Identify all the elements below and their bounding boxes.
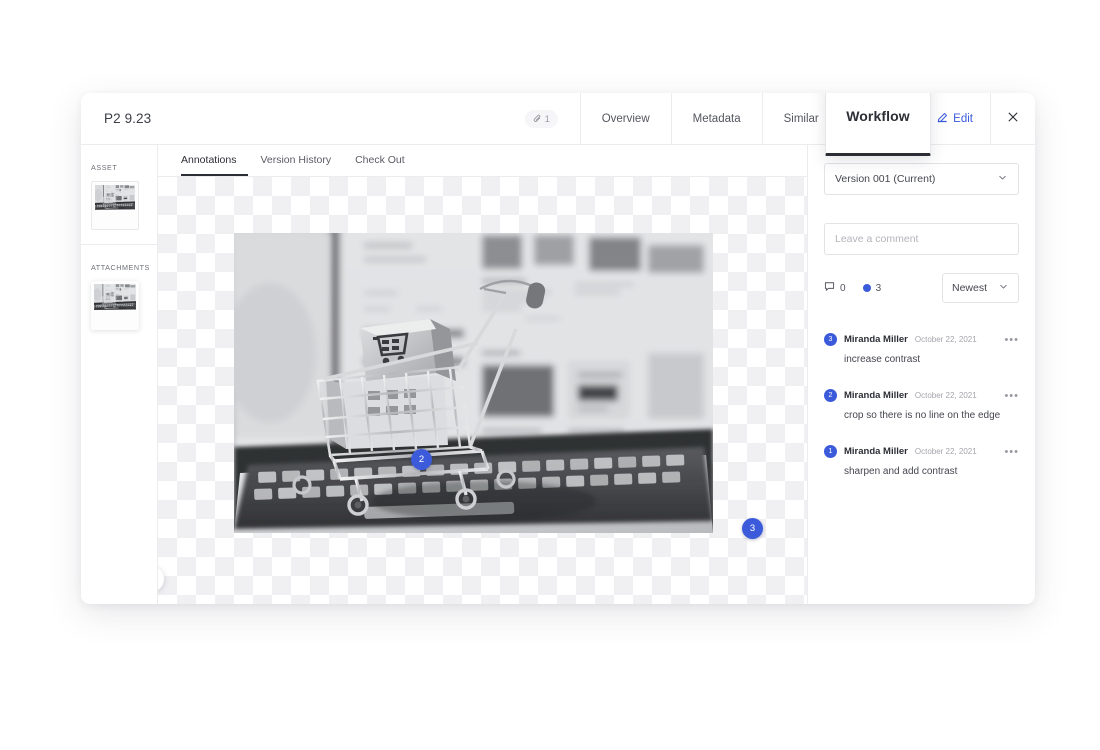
comment-badge: 2 xyxy=(824,389,837,402)
comment-date: October 22, 2021 xyxy=(914,447,977,456)
attachments-section-label: ATTACHMENTS xyxy=(91,263,150,272)
attachment-thumbnail[interactable] xyxy=(91,281,139,330)
tab-overview-label: Overview xyxy=(601,112,650,125)
header-actions: Edit xyxy=(919,93,1035,144)
annotation-count-value: 3 xyxy=(875,282,882,294)
annotation-dot-icon xyxy=(862,284,871,292)
attachment-count: 1 xyxy=(544,113,550,124)
sort-select[interactable]: Newest xyxy=(942,273,1019,303)
comment-text: crop so there is no line on the edge xyxy=(844,410,1001,421)
chevron-down-icon xyxy=(998,281,1009,295)
close-icon xyxy=(1007,110,1019,128)
annotation-canvas[interactable]: 2 3 1 xyxy=(158,177,807,604)
chevron-down-icon xyxy=(997,172,1008,186)
comment-count-value: 0 xyxy=(840,282,846,294)
attachment-badge[interactable]: 1 xyxy=(524,109,558,128)
asset-preview-image[interactable] xyxy=(234,233,713,533)
annotation-marker-3-label: 3 xyxy=(749,523,756,534)
content-tabs: Annotations Version History Check Out xyxy=(158,145,807,177)
comment-list: 3 Miranda Miller October 22, 2021 ••• in… xyxy=(824,333,1019,501)
tab-check-out-label: Check Out xyxy=(355,153,405,166)
asset-detail-modal: P2 9.23 1 Overview Metadata Similar Edit… xyxy=(81,93,1035,604)
comment-date: October 22, 2021 xyxy=(914,391,977,400)
comment-badge: 3 xyxy=(824,333,837,346)
asset-section: ASSET xyxy=(81,145,157,244)
tab-version-history[interactable]: Version History xyxy=(248,145,343,176)
center-column: Annotations Version History Check Out 2 xyxy=(158,145,807,604)
comment-badge: 1 xyxy=(824,445,837,458)
comment-text: increase contrast xyxy=(844,354,921,365)
comment-menu-button[interactable]: ••• xyxy=(1004,446,1019,457)
annotation-marker-2[interactable]: 2 xyxy=(411,449,432,470)
comment-author: Miranda Miller xyxy=(844,334,908,345)
comment-author: Miranda Miller xyxy=(844,446,908,457)
annotation-marker-2-label: 2 xyxy=(418,454,425,465)
asset-section-label: ASSET xyxy=(91,163,118,172)
comment-item[interactable]: 2 Miranda Miller October 22, 2021 ••• cr… xyxy=(824,389,1019,421)
close-button[interactable] xyxy=(990,93,1035,144)
workflow-panel-title: Workflow xyxy=(846,108,910,124)
next-asset-button[interactable] xyxy=(158,566,164,592)
comment-meta-row: 0 3 Newest xyxy=(824,273,1019,303)
modal-body: ASSET ATTACHMENTS Annotations Version Hi… xyxy=(81,145,1035,604)
tab-annotations[interactable]: Annotations xyxy=(181,145,249,176)
comment-menu-button[interactable]: ••• xyxy=(1004,334,1019,345)
comment-author: Miranda Miller xyxy=(844,390,908,401)
annotation-counter: 3 xyxy=(862,282,882,294)
page-title: P2 9.23 xyxy=(104,111,152,126)
comment-header: 3 Miranda Miller October 22, 2021 ••• xyxy=(824,333,1019,346)
comment-header: 1 Miranda Miller October 22, 2021 ••• xyxy=(824,445,1019,458)
tab-check-out[interactable]: Check Out xyxy=(343,145,417,176)
attachments-section: ATTACHMENTS xyxy=(81,244,157,344)
comment-item[interactable]: 1 Miranda Miller October 22, 2021 ••• sh… xyxy=(824,445,1019,477)
header-title-zone: P2 9.23 1 xyxy=(81,93,580,144)
paperclip-icon xyxy=(533,114,542,123)
comment-menu-button[interactable]: ••• xyxy=(1004,390,1019,401)
tab-version-history-label: Version History xyxy=(260,153,332,166)
comments-panel: Version 001 (Current) Leave a comment 0 … xyxy=(807,145,1035,604)
workflow-panel[interactable]: Workflow xyxy=(825,93,931,156)
comment-item[interactable]: 3 Miranda Miller October 22, 2021 ••• in… xyxy=(824,333,1019,365)
version-select-value: Version 001 (Current) xyxy=(835,173,936,185)
asset-thumbnail-image xyxy=(95,185,135,226)
comment-icon xyxy=(824,281,835,295)
modal-header: P2 9.23 1 Overview Metadata Similar Edit… xyxy=(81,93,1035,156)
comment-date: October 22, 2021 xyxy=(914,335,977,344)
comment-counter: 0 xyxy=(824,281,846,295)
left-rail: ASSET ATTACHMENTS xyxy=(81,145,158,604)
sort-select-value: Newest xyxy=(952,282,988,294)
comment-input-placeholder: Leave a comment xyxy=(835,233,919,245)
asset-thumbnail[interactable] xyxy=(91,181,139,230)
attachment-thumbnail-image xyxy=(94,284,136,327)
comment-input[interactable]: Leave a comment xyxy=(824,223,1019,255)
tab-overview[interactable]: Overview xyxy=(579,93,671,144)
tab-metadata[interactable]: Metadata xyxy=(670,93,762,144)
tab-metadata-label: Metadata xyxy=(692,112,741,125)
version-select[interactable]: Version 001 (Current) xyxy=(824,163,1019,195)
tab-annotations-label: Annotations xyxy=(181,153,237,166)
edit-button-label: Edit xyxy=(953,112,973,125)
comment-text: sharpen and add contrast xyxy=(844,466,958,477)
tab-similar-label: Similar xyxy=(783,112,819,125)
comment-header: 2 Miranda Miller October 22, 2021 ••• xyxy=(824,389,1019,402)
annotation-marker-3[interactable]: 3 xyxy=(742,518,763,539)
pencil-icon xyxy=(937,112,948,126)
